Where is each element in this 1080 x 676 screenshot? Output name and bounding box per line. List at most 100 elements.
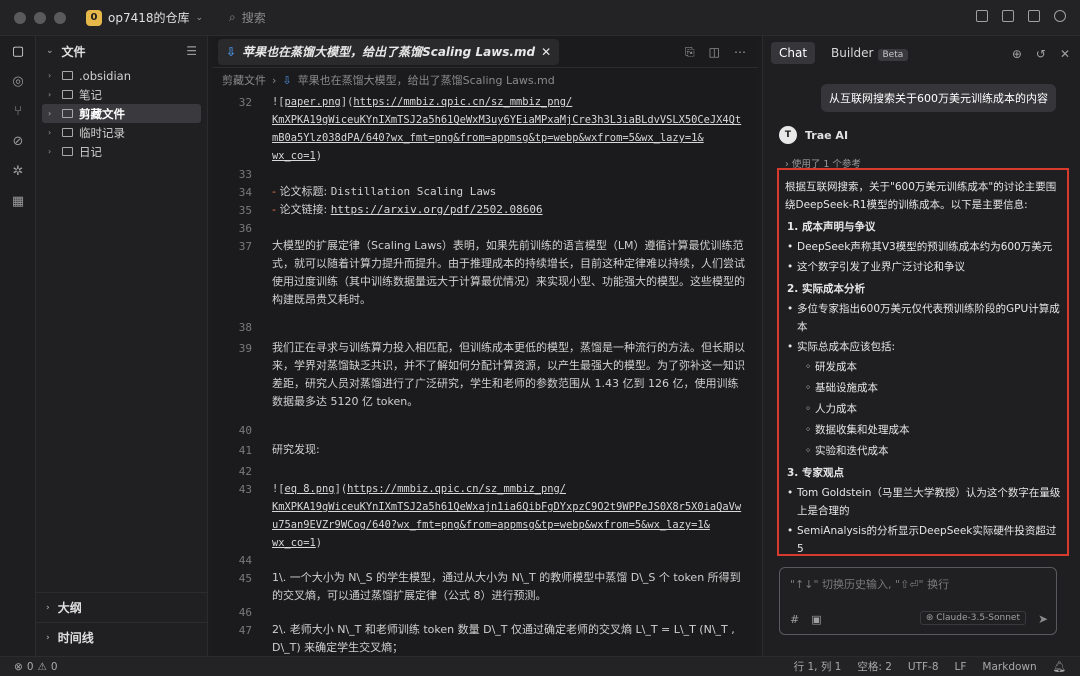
chevron-down-icon: ⌄ bbox=[196, 13, 204, 23]
chevron-right-icon: › bbox=[48, 90, 56, 99]
breadcrumb: 剪藏文件 › ⇩ 苹果也在蒸馏大模型，给出了蒸馏Scaling Laws.md bbox=[212, 68, 758, 92]
model-selector[interactable]: ⊛ Claude-3.5-Sonnet bbox=[920, 611, 1026, 625]
cursor-position[interactable]: 行 1, 列 1 bbox=[794, 659, 842, 674]
answer-sub-bullet: 实验和迭代成本 bbox=[785, 442, 1061, 460]
tree-item-diary[interactable]: › 日记 bbox=[36, 142, 207, 161]
apps-icon[interactable]: ▦ bbox=[0, 186, 36, 216]
line-number: 45 bbox=[212, 572, 252, 585]
account-icon[interactable] bbox=[1054, 10, 1066, 22]
editor-tab[interactable]: ⇩ 苹果也在蒸馏大模型，给出了蒸馏Scaling Laws.md ✕ bbox=[218, 39, 559, 65]
code-line: ![eq 8.png](https://mmbiz.qpic.cn/sz_mmb… bbox=[272, 480, 746, 552]
line-number: 32 bbox=[212, 96, 252, 109]
chevron-right-icon: › bbox=[46, 633, 50, 643]
filter-icon[interactable]: ☰ bbox=[186, 44, 197, 58]
bell-icon[interactable]: 🔔︎ bbox=[1053, 660, 1066, 673]
line-number: 37 bbox=[212, 240, 252, 253]
activity-bar: ▢ ◎ ⑂ ⊘ ✲ ▦ bbox=[0, 36, 36, 656]
problems-indicator[interactable]: ⊗ 0 ⚠ 0 bbox=[14, 661, 58, 673]
tree-item-obsidian[interactable]: › .obsidian bbox=[36, 66, 207, 85]
chevron-right-icon: › bbox=[46, 603, 50, 613]
timeline-section[interactable]: › 时间线 bbox=[36, 622, 208, 652]
tree-item-notes[interactable]: › 笔记 bbox=[36, 85, 207, 104]
chevron-right-icon: › bbox=[272, 74, 276, 87]
file-explorer-title: 文件 bbox=[62, 43, 86, 60]
answer-heading: 2. 实际成本分析 bbox=[787, 280, 1061, 298]
new-chat-icon[interactable]: ⊕ bbox=[1012, 47, 1022, 61]
search-placeholder: 搜索 bbox=[242, 9, 266, 26]
more-actions-icon[interactable]: ⋯ bbox=[734, 45, 746, 60]
code-line: - 论文链接: https://arxiv.org/pdf/2502.08606 bbox=[272, 201, 746, 219]
split-editor-icon[interactable]: ◫ bbox=[709, 45, 720, 60]
code-area[interactable]: 32 ![paper.png](https://mmbiz.qpic.cn/sz… bbox=[212, 92, 758, 656]
answer-bullet: 多位专家指出600万美元仅代表预训练阶段的GPU计算成本 bbox=[785, 300, 1061, 336]
close-tab-icon[interactable]: ✕ bbox=[541, 45, 551, 59]
tab-builder[interactable]: BuilderBeta bbox=[823, 42, 916, 64]
model-name: Claude-3.5-Sonnet bbox=[936, 613, 1020, 623]
tab-chat[interactable]: Chat bbox=[771, 42, 815, 64]
line-number: 44 bbox=[212, 554, 252, 567]
breadcrumb-file[interactable]: 苹果也在蒸馏大模型，给出了蒸馏Scaling Laws.md bbox=[298, 72, 555, 88]
answer-sub-bullet: 基础设施成本 bbox=[785, 379, 1061, 397]
extensions-icon[interactable]: ⊘ bbox=[0, 126, 36, 156]
folder-icon bbox=[62, 71, 73, 80]
outline-title: 大纲 bbox=[58, 599, 82, 616]
input-tools: # ▣ bbox=[790, 613, 822, 626]
ai-chat-panel: Chat BuilderBeta ⊕ ↺ ✕ 从互联网搜索关于600万美元训练成… bbox=[762, 36, 1080, 656]
folder-icon bbox=[62, 109, 73, 118]
answer-bullet: SemiAnalysis的分析显示DeepSeek实际硬件投资超过5 bbox=[785, 522, 1061, 556]
chevron-right-icon: › bbox=[48, 147, 56, 156]
encoding[interactable]: UTF-8 bbox=[908, 661, 939, 673]
chevron-down-icon: ⌄ bbox=[46, 46, 54, 56]
source-control-icon[interactable]: ⑂ bbox=[0, 96, 36, 126]
maximize-window-button[interactable] bbox=[54, 12, 66, 24]
error-count: 0 bbox=[27, 661, 34, 673]
breadcrumb-root[interactable]: 剪藏文件 bbox=[222, 72, 266, 88]
editor-tab-bar: ⇩ 苹果也在蒸馏大模型，给出了蒸馏Scaling Laws.md ✕ ⎘ ◫ ⋯ bbox=[212, 36, 758, 68]
hash-icon[interactable]: # bbox=[790, 613, 799, 626]
line-number: 41 bbox=[212, 444, 252, 457]
code-line: 我们正在寻求与训练算力投入相匹配，但训练成本更低的模型，蒸馏是一种流行的方法。但… bbox=[272, 339, 746, 411]
line-number: 35 bbox=[212, 204, 252, 217]
chevron-right-icon: › bbox=[48, 109, 56, 118]
close-window-button[interactable] bbox=[14, 12, 26, 24]
folder-icon bbox=[62, 128, 73, 137]
outline-section[interactable]: › 大纲 bbox=[36, 592, 208, 622]
chat-input[interactable]: "↑↓" 切换历史输入, "⇧⏎" 换行 # ▣ ⊛ Claude-3.5-So… bbox=[779, 567, 1057, 635]
code-line: 1\. 一个大小为 N\_S 的学生模型，通过从大小为 N\_T 的教师模型中蒸… bbox=[272, 569, 746, 605]
status-bar: ⊗ 0 ⚠ 0 行 1, 列 1 空格: 2 UTF-8 LF Markdown… bbox=[0, 656, 1080, 676]
line-number: 38 bbox=[212, 321, 252, 334]
file-explorer-header[interactable]: ⌄ 文件 ☰ bbox=[36, 36, 207, 66]
user-message: 从互联网搜索关于600万美元训练成本的内容 bbox=[821, 84, 1056, 112]
vault-badge: 0 bbox=[86, 10, 102, 26]
chat-tabs: Chat BuilderBeta ⊕ ↺ ✕ bbox=[763, 36, 1080, 70]
debug-icon[interactable]: ✲ bbox=[0, 156, 36, 186]
close-panel-icon[interactable]: ✕ bbox=[1060, 47, 1070, 61]
toggle-left-sidebar-icon[interactable] bbox=[976, 10, 988, 22]
image-icon[interactable]: ▣ bbox=[811, 613, 821, 626]
tree-item-label: 剪藏文件 bbox=[79, 106, 125, 122]
search-view-icon[interactable]: ◎ bbox=[0, 66, 36, 96]
minimize-window-button[interactable] bbox=[34, 12, 46, 24]
toggle-bottom-panel-icon[interactable] bbox=[1002, 10, 1014, 22]
answer-intro: 根据互联网搜索，关于"600万美元训练成本"的讨论主要围绕DeepSeek-R1… bbox=[785, 178, 1061, 214]
files-icon[interactable]: ▢ bbox=[0, 36, 36, 66]
language-mode[interactable]: Markdown bbox=[982, 661, 1036, 673]
line-number: 46 bbox=[212, 606, 252, 619]
model-icon: ⊛ bbox=[926, 613, 936, 623]
preview-icon[interactable]: ⎘ bbox=[685, 45, 695, 60]
line-ending[interactable]: LF bbox=[955, 661, 967, 673]
send-icon[interactable]: ➤ bbox=[1038, 612, 1048, 626]
toggle-right-sidebar-icon[interactable] bbox=[1028, 10, 1040, 22]
tree-item-temp[interactable]: › 临时记录 bbox=[36, 123, 207, 142]
ai-message-header: T Trae AI bbox=[779, 126, 848, 144]
answer-bullet: 这个数字引发了业界广泛讨论和争议 bbox=[785, 258, 1061, 276]
search-box[interactable]: ⌕ 搜索 bbox=[229, 9, 266, 26]
history-icon[interactable]: ↺ bbox=[1036, 47, 1046, 61]
line-number: 34 bbox=[212, 186, 252, 199]
answer-heading: 1. 成本声明与争议 bbox=[787, 218, 1061, 236]
indentation[interactable]: 空格: 2 bbox=[857, 659, 892, 674]
tree-item-clippings[interactable]: › 剪藏文件 bbox=[42, 104, 201, 123]
chat-input-placeholder: "↑↓" 切换历史输入, "⇧⏎" 换行 bbox=[790, 576, 949, 592]
vault-switcher[interactable]: 0 op7418的仓库 ⌄ bbox=[86, 9, 203, 26]
warning-icon: ⚠ bbox=[38, 661, 47, 673]
